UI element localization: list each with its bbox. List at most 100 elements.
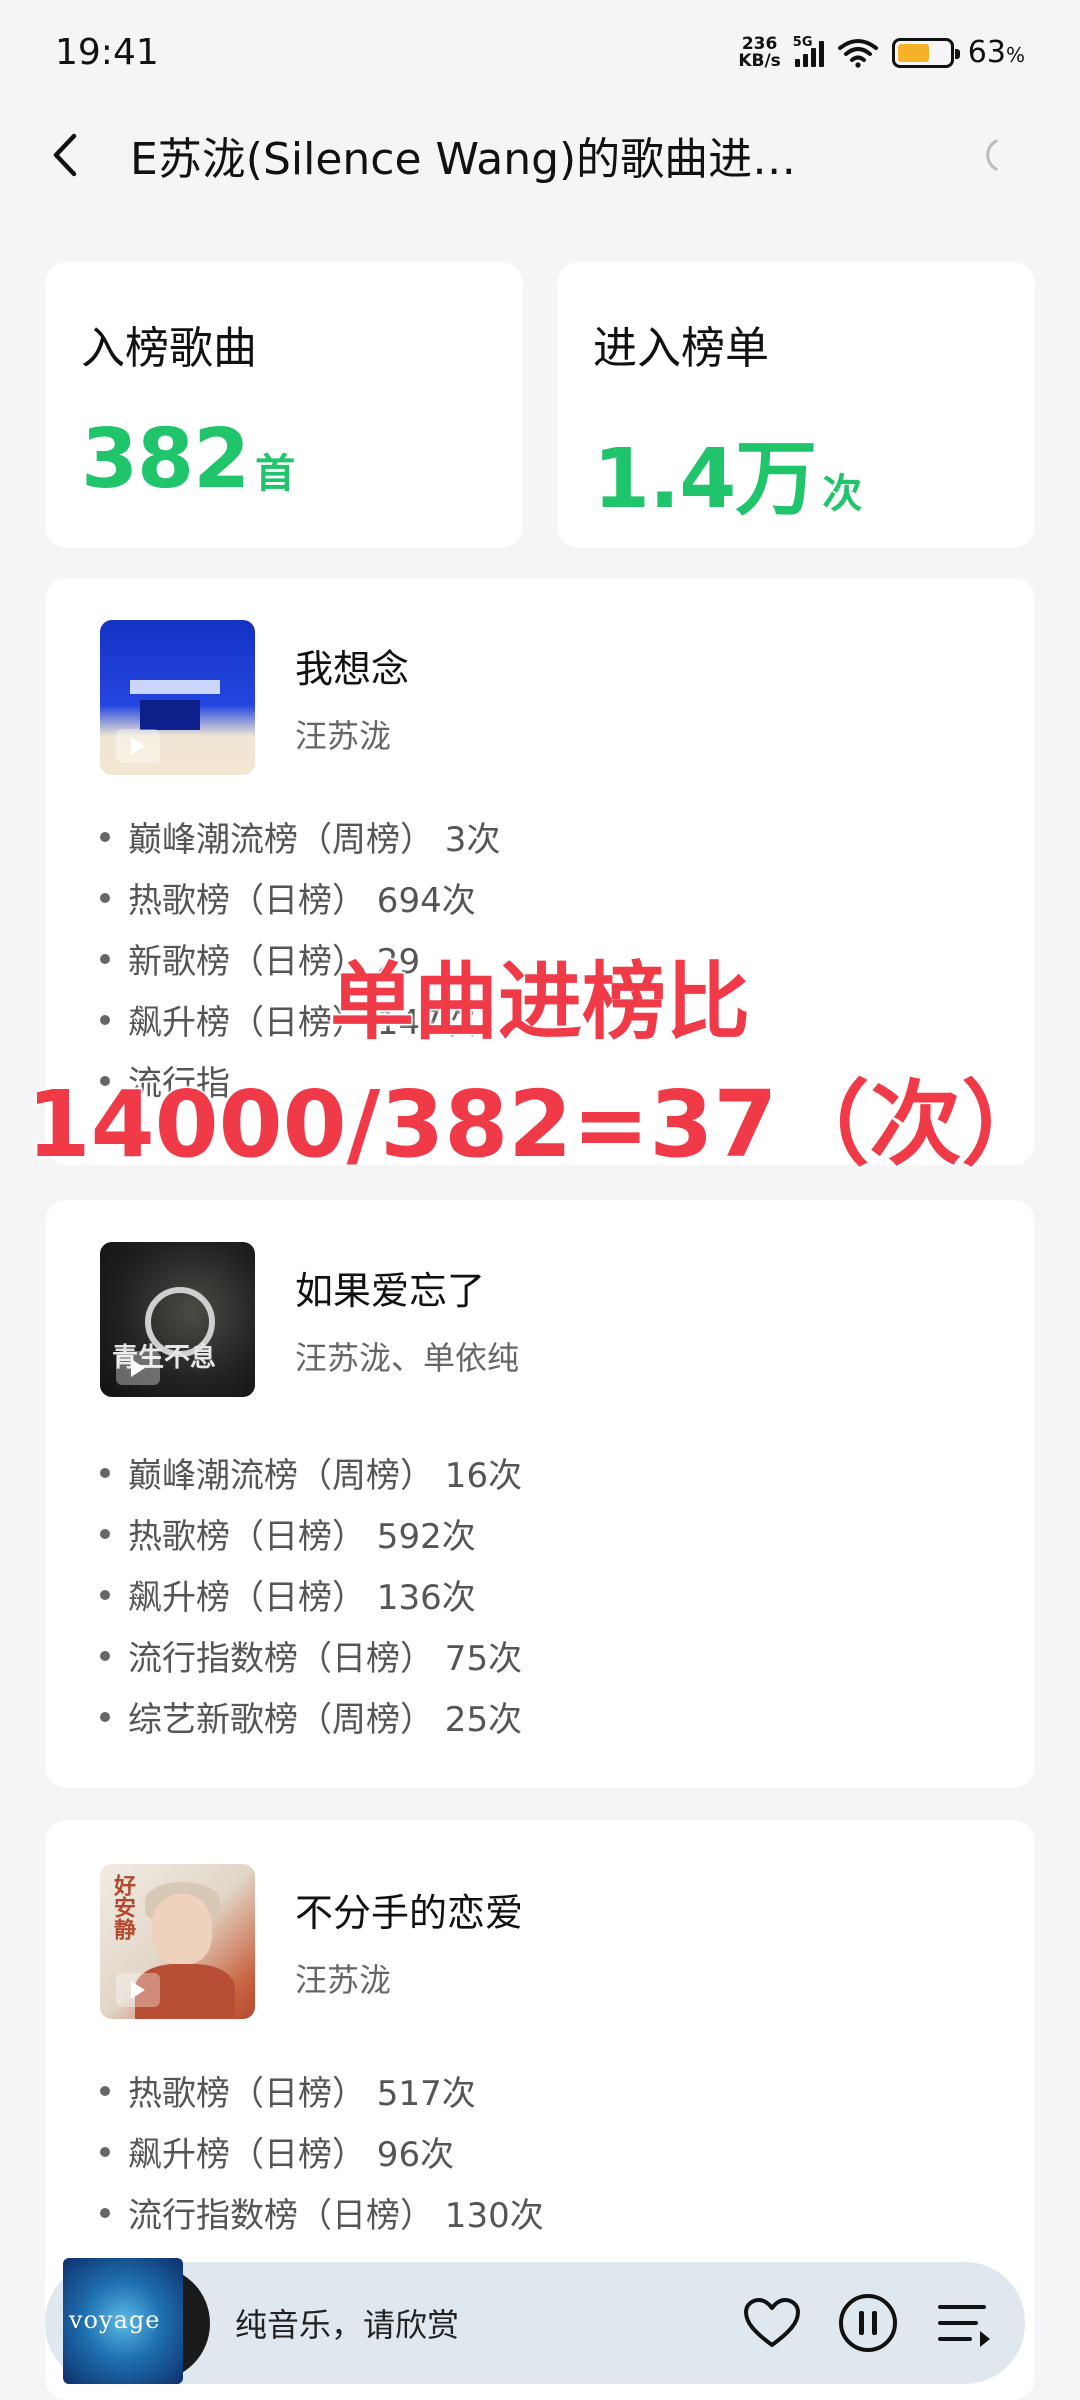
chart-item: 流行指 xyxy=(100,1050,500,1111)
player-cover[interactable]: voyage xyxy=(55,2258,210,2388)
playlist-button[interactable] xyxy=(929,2288,999,2358)
stat-unit: 首 xyxy=(255,451,296,497)
stat-unit: 次 xyxy=(822,471,863,517)
bullet xyxy=(100,2207,110,2218)
bullet xyxy=(100,1528,110,1539)
pause-icon xyxy=(839,2294,897,2352)
song-title: 不分手的恋爱 xyxy=(295,1891,524,1935)
album-cover: voyage xyxy=(63,2258,183,2384)
album-cover-text: voyage xyxy=(69,2306,161,2334)
signal-bar xyxy=(794,58,800,67)
stat-card-entries: 进入榜单 1.4万 次 xyxy=(557,262,1035,548)
song-title: 如果爱忘了 xyxy=(295,1269,486,1313)
cover-art-detail xyxy=(130,680,220,694)
play-icon[interactable] xyxy=(116,1351,160,1385)
status-bar: 19:41 236 KB/s 5G 63% xyxy=(0,0,1080,105)
now-playing-text: 纯音乐，请欣赏 xyxy=(235,2306,460,2344)
status-icons: 236 KB/s 5G 63% xyxy=(738,33,1025,71)
chart-item: 流行指数榜（日榜） 75次 xyxy=(100,1625,522,1686)
cell-signal-icon: 5G xyxy=(793,35,824,67)
stat-value: 1.4万 xyxy=(593,432,817,527)
wifi-icon xyxy=(837,38,878,68)
battery-percent-unit: % xyxy=(1005,43,1025,67)
cover-art-detail xyxy=(152,1894,212,1964)
bullet xyxy=(100,1711,110,1722)
song-info: 如果爱忘了 汪苏泷、单依纯 xyxy=(295,1260,519,1379)
bullet xyxy=(100,1075,110,1086)
song-cover[interactable] xyxy=(100,620,255,775)
chart-item: 飙升榜（日榜） 147次 xyxy=(100,989,500,1050)
stat-value-line: 1.4万 次 xyxy=(593,412,999,531)
pause-button[interactable] xyxy=(833,2288,903,2358)
chart-item-text: 飙升榜（日榜） 147次 xyxy=(128,1003,476,1043)
signal-bar xyxy=(810,47,816,67)
favorite-button[interactable] xyxy=(737,2288,807,2358)
song-card[interactable]: 我想念 汪苏泷 巅峰潮流榜（周榜） 3次 热歌榜（日榜） 694次 新歌榜（日榜… xyxy=(45,578,1035,1165)
song-header: 好安静 不分手的恋爱 汪苏泷 xyxy=(100,1864,523,2019)
chart-item-text: 飙升榜（日榜） 96次 xyxy=(128,2135,455,2175)
stat-label: 入榜歌曲 xyxy=(81,323,257,374)
bullet xyxy=(100,1589,110,1600)
play-icon[interactable] xyxy=(116,729,160,763)
song-info: 我想念 汪苏泷 xyxy=(295,638,409,757)
song-artist: 汪苏泷、单依纯 xyxy=(295,1339,520,1377)
battery-percent-value: 63 xyxy=(967,35,1006,70)
chart-item-text: 综艺新歌榜（周榜） 25次 xyxy=(128,1700,523,1740)
stat-label: 进入榜单 xyxy=(593,323,769,374)
battery-fill xyxy=(897,43,930,62)
chart-item: 飙升榜（日榜） 136次 xyxy=(100,1564,522,1625)
song-card[interactable]: 青生不息 如果爱忘了 汪苏泷、单依纯 巅峰潮流榜（周榜） 16次 热歌榜（日榜）… xyxy=(45,1200,1035,1788)
chart-item: 热歌榜（日榜） 517次 xyxy=(100,2060,544,2121)
bullet xyxy=(100,1014,110,1025)
chart-item-text: 新歌榜（日榜） 29 xyxy=(128,942,421,982)
stats-row: 入榜歌曲 382 首 进入榜单 1.4万 次 xyxy=(45,262,1035,548)
chart-item: 新歌榜（日榜） 29 xyxy=(100,928,500,989)
play-triangle-icon xyxy=(131,737,145,755)
song-info: 不分手的恋爱 汪苏泷 xyxy=(295,1882,523,2001)
chart-item-text: 飙升榜（日榜） 136次 xyxy=(128,1578,476,1618)
mini-player[interactable]: voyage 纯音乐，请欣赏 xyxy=(45,2258,1025,2384)
chart-item-text: 流行指数榜（日榜） 130次 xyxy=(128,2196,544,2236)
battery-percent: 63% xyxy=(968,35,1025,70)
back-button[interactable] xyxy=(40,125,90,185)
bullet xyxy=(100,1650,110,1661)
status-time: 19:41 xyxy=(55,32,159,73)
network-speed-value: 236 xyxy=(741,33,778,54)
chart-item: 流行指数榜（日榜） 130次 xyxy=(100,2182,544,2243)
cover-text: 好安静 xyxy=(110,1874,135,1940)
page-title: E苏泷(Silence Wang)的歌曲进… xyxy=(130,134,797,185)
play-triangle-icon xyxy=(131,1359,145,1377)
song-cover[interactable]: 青生不息 xyxy=(100,1242,255,1397)
heart-icon xyxy=(744,2298,800,2347)
chart-item-text: 热歌榜（日榜） 592次 xyxy=(128,1517,476,1557)
chart-item-text: 巅峰潮流榜（周榜） 16次 xyxy=(128,1456,523,1496)
bullet xyxy=(100,892,110,903)
chart-item-text: 巅峰潮流榜（周榜） 3次 xyxy=(128,820,501,860)
network-speed-unit: KB/s xyxy=(738,50,781,71)
chart-item-text: 热歌榜（日榜） 517次 xyxy=(128,2074,476,2114)
play-icon[interactable] xyxy=(116,1973,160,2007)
chart-item: 综艺新歌榜（周榜） 25次 xyxy=(100,1686,522,1747)
battery-icon xyxy=(891,37,960,68)
chart-item: 巅峰潮流榜（周榜） 16次 xyxy=(100,1442,522,1503)
page-header: E苏泷(Silence Wang)的歌曲进… xyxy=(0,110,1080,200)
cover-art-detail xyxy=(140,700,200,730)
network-type: 5G xyxy=(792,34,813,50)
bullet xyxy=(100,1467,110,1478)
song-cover[interactable]: 好安静 xyxy=(100,1864,255,2019)
signal-bar xyxy=(818,40,824,67)
chart-item-text: 热歌榜（日榜） 694次 xyxy=(128,881,476,921)
bullet xyxy=(100,2146,110,2157)
song-header: 青生不息 如果爱忘了 汪苏泷、单依纯 xyxy=(100,1242,519,1397)
song-header: 我想念 汪苏泷 xyxy=(100,620,409,775)
stat-card-songs: 入榜歌曲 382 首 xyxy=(45,262,523,548)
song-artist: 汪苏泷 xyxy=(295,1961,392,1999)
chart-list: 巅峰潮流榜（周榜） 3次 热歌榜（日榜） 694次 新歌榜（日榜） 29 飙升榜… xyxy=(100,806,500,1111)
chart-item: 飙升榜（日榜） 96次 xyxy=(100,2121,544,2182)
bullet xyxy=(100,953,110,964)
song-artist: 汪苏泷 xyxy=(295,717,392,755)
chart-item-text: 流行指 xyxy=(128,1064,230,1104)
song-title: 我想念 xyxy=(295,647,410,691)
chart-item-text: 流行指数榜（日榜） 75次 xyxy=(128,1639,523,1679)
chart-item: 热歌榜（日榜） 592次 xyxy=(100,1503,522,1564)
